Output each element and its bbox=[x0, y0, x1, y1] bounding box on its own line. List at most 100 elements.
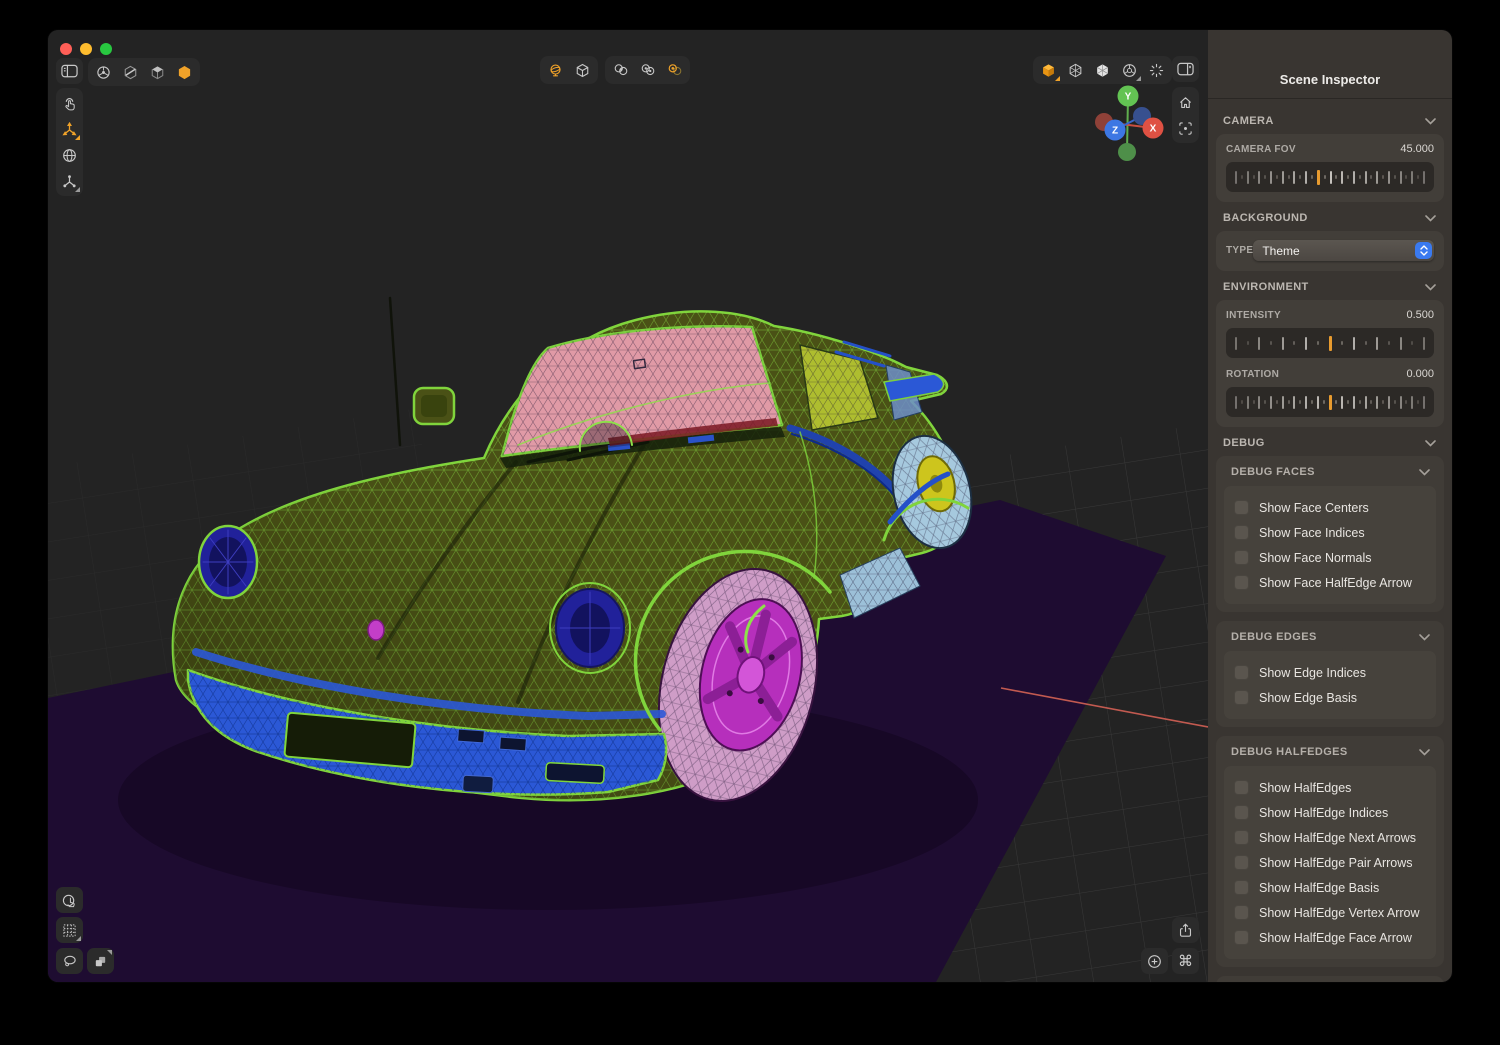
checkbox[interactable] bbox=[1234, 930, 1249, 945]
debug-checkbox-row[interactable]: Show Edge Indices bbox=[1234, 660, 1426, 685]
face-select-button[interactable] bbox=[144, 59, 171, 85]
scale-tool-button[interactable] bbox=[57, 168, 82, 194]
axis-y-label: Y bbox=[1125, 92, 1132, 103]
viewport-3d[interactable]: Y Z X bbox=[48, 30, 1208, 982]
camera-section-header[interactable]: CAMERA bbox=[1223, 115, 1436, 127]
slider-tick bbox=[1388, 396, 1390, 409]
inspector-toggle-button[interactable] bbox=[1172, 56, 1199, 82]
slider-tick bbox=[1324, 175, 1326, 179]
debug-section-header[interactable]: DEBUG bbox=[1223, 437, 1436, 449]
checkbox[interactable] bbox=[1234, 855, 1249, 870]
object-select-button[interactable] bbox=[171, 59, 198, 85]
background-type-select[interactable]: Theme bbox=[1253, 240, 1434, 261]
zoom-add-button[interactable] bbox=[1141, 948, 1168, 974]
touch-pointer-button[interactable] bbox=[57, 90, 82, 116]
debug-group-header[interactable]: DEBUG FACES bbox=[1224, 463, 1436, 486]
checkbox[interactable] bbox=[1234, 780, 1249, 795]
rotation-slider[interactable] bbox=[1226, 387, 1434, 417]
debug-checkbox-row[interactable]: Show Edge Basis bbox=[1234, 685, 1426, 710]
slider-tick bbox=[1335, 175, 1337, 179]
rotation-value: 0.000 bbox=[1406, 368, 1434, 380]
zoom-button[interactable] bbox=[100, 43, 112, 55]
slider-tick bbox=[1365, 171, 1367, 184]
intensity-slider[interactable] bbox=[1226, 328, 1434, 358]
rendered-sphere-icon bbox=[1122, 63, 1137, 78]
debug-checkbox-row[interactable]: Show Face Indices bbox=[1234, 520, 1426, 545]
focus-button[interactable] bbox=[1173, 115, 1198, 141]
checkbox[interactable] bbox=[1234, 830, 1249, 845]
environment-section-header[interactable]: ENVIRONMENT bbox=[1223, 281, 1436, 293]
command-button[interactable]: ⌘ bbox=[1172, 948, 1199, 974]
slider-tick bbox=[1400, 337, 1402, 350]
checkbox-label: Show Edge Indices bbox=[1259, 666, 1366, 680]
checkbox[interactable] bbox=[1234, 575, 1249, 590]
debug-checkbox-row[interactable]: Show HalfEdge Indices bbox=[1234, 800, 1426, 825]
checkbox[interactable] bbox=[1234, 550, 1249, 565]
environment-card: INTENSITY 0.500 ROTATION 0.000 bbox=[1216, 300, 1444, 427]
checkbox[interactable] bbox=[1234, 525, 1249, 540]
camera-fov-slider[interactable] bbox=[1226, 162, 1434, 192]
debug-checkbox-row[interactable]: Show HalfEdge Vertex Arrow bbox=[1234, 900, 1426, 925]
minimize-button[interactable] bbox=[80, 43, 92, 55]
orientation-gizmo[interactable]: Y Z X bbox=[1093, 85, 1168, 165]
checkbox-label: Show HalfEdge Pair Arrows bbox=[1259, 856, 1413, 870]
debug-checkbox-row[interactable]: Show HalfEdge Next Arrows bbox=[1234, 825, 1426, 850]
cube-button[interactable] bbox=[569, 57, 596, 83]
debug-group-header[interactable]: DEBUG EDGES bbox=[1224, 628, 1436, 651]
checkbox[interactable] bbox=[1234, 690, 1249, 705]
select-mode-group bbox=[88, 58, 200, 86]
orbit-tool-button[interactable] bbox=[57, 142, 82, 168]
globe-button[interactable] bbox=[542, 57, 569, 83]
checkbox[interactable] bbox=[1234, 880, 1249, 895]
orbit-tool-icon bbox=[62, 148, 77, 163]
debug-checkbox-row[interactable]: Show Face Centers bbox=[1234, 495, 1426, 520]
checkbox[interactable] bbox=[1234, 500, 1249, 515]
debug-group-header[interactable]: DEBUG HALFEDGES bbox=[1224, 743, 1436, 766]
axis-neg-y[interactable] bbox=[1118, 143, 1136, 161]
panel-content[interactable]: CAMERA CAMERA FOV 45.000 BACKGROUND TYPE… bbox=[1208, 99, 1452, 982]
rendered-sphere-button[interactable] bbox=[1116, 57, 1143, 83]
slider-active-tick bbox=[1329, 395, 1332, 410]
checkbox[interactable] bbox=[1234, 905, 1249, 920]
slider-tick bbox=[1394, 175, 1396, 179]
debug-checkbox-row[interactable]: Show Face HalfEdge Arrow bbox=[1234, 570, 1426, 595]
slider-tick bbox=[1370, 175, 1372, 179]
duplicate-button[interactable] bbox=[87, 948, 114, 974]
shaded-cube-button[interactable] bbox=[1035, 57, 1062, 83]
checkbox[interactable] bbox=[1234, 805, 1249, 820]
slider-tick bbox=[1276, 175, 1278, 179]
vertex-select-button[interactable] bbox=[90, 59, 117, 85]
share-button[interactable] bbox=[1172, 917, 1199, 943]
grid-snap-button[interactable] bbox=[56, 917, 83, 943]
home-button[interactable] bbox=[1173, 89, 1198, 115]
scene-inspector-panel: Scene Inspector CAMERA CAMERA FOV 45.000… bbox=[1208, 30, 1452, 982]
checkbox-label: Show Face HalfEdge Arrow bbox=[1259, 576, 1412, 590]
edge-select-button[interactable] bbox=[117, 59, 144, 85]
overlap-dots-button[interactable] bbox=[634, 57, 661, 83]
wireframe-sphere-button[interactable] bbox=[1062, 57, 1089, 83]
background-section-header[interactable]: BACKGROUND bbox=[1223, 212, 1436, 224]
overlap-circles-button[interactable] bbox=[607, 57, 634, 83]
touch-gesture-button[interactable] bbox=[56, 887, 83, 913]
debug-checkbox-row[interactable]: Show HalfEdges bbox=[1234, 775, 1426, 800]
sidebar-toggle-button[interactable] bbox=[56, 58, 83, 84]
debug-checkbox-row[interactable]: Show Face Normals bbox=[1234, 545, 1426, 570]
slider-tick bbox=[1282, 337, 1284, 350]
move-tool-button[interactable] bbox=[57, 116, 82, 142]
slider-tick bbox=[1293, 171, 1295, 184]
overlap-active-button[interactable] bbox=[661, 57, 688, 83]
slider-tick bbox=[1370, 400, 1372, 404]
debug-checkbox-row[interactable]: Show HalfEdge Basis bbox=[1234, 875, 1426, 900]
checkbox[interactable] bbox=[1234, 665, 1249, 680]
slider-tick bbox=[1264, 175, 1266, 179]
camera-fov-value: 45.000 bbox=[1400, 143, 1434, 155]
scene-canvas[interactable] bbox=[48, 30, 1208, 982]
slider-tick bbox=[1341, 171, 1343, 184]
debug-checkbox-row[interactable]: Show HalfEdge Pair Arrows bbox=[1234, 850, 1426, 875]
effects-sparkle-button[interactable] bbox=[1143, 57, 1170, 83]
lasso-button[interactable] bbox=[56, 948, 83, 974]
close-button[interactable] bbox=[60, 43, 72, 55]
debug-checkbox-row[interactable]: Show HalfEdge Face Arrow bbox=[1234, 925, 1426, 950]
solid-sphere-button[interactable] bbox=[1089, 57, 1116, 83]
slider-tick bbox=[1282, 396, 1284, 409]
